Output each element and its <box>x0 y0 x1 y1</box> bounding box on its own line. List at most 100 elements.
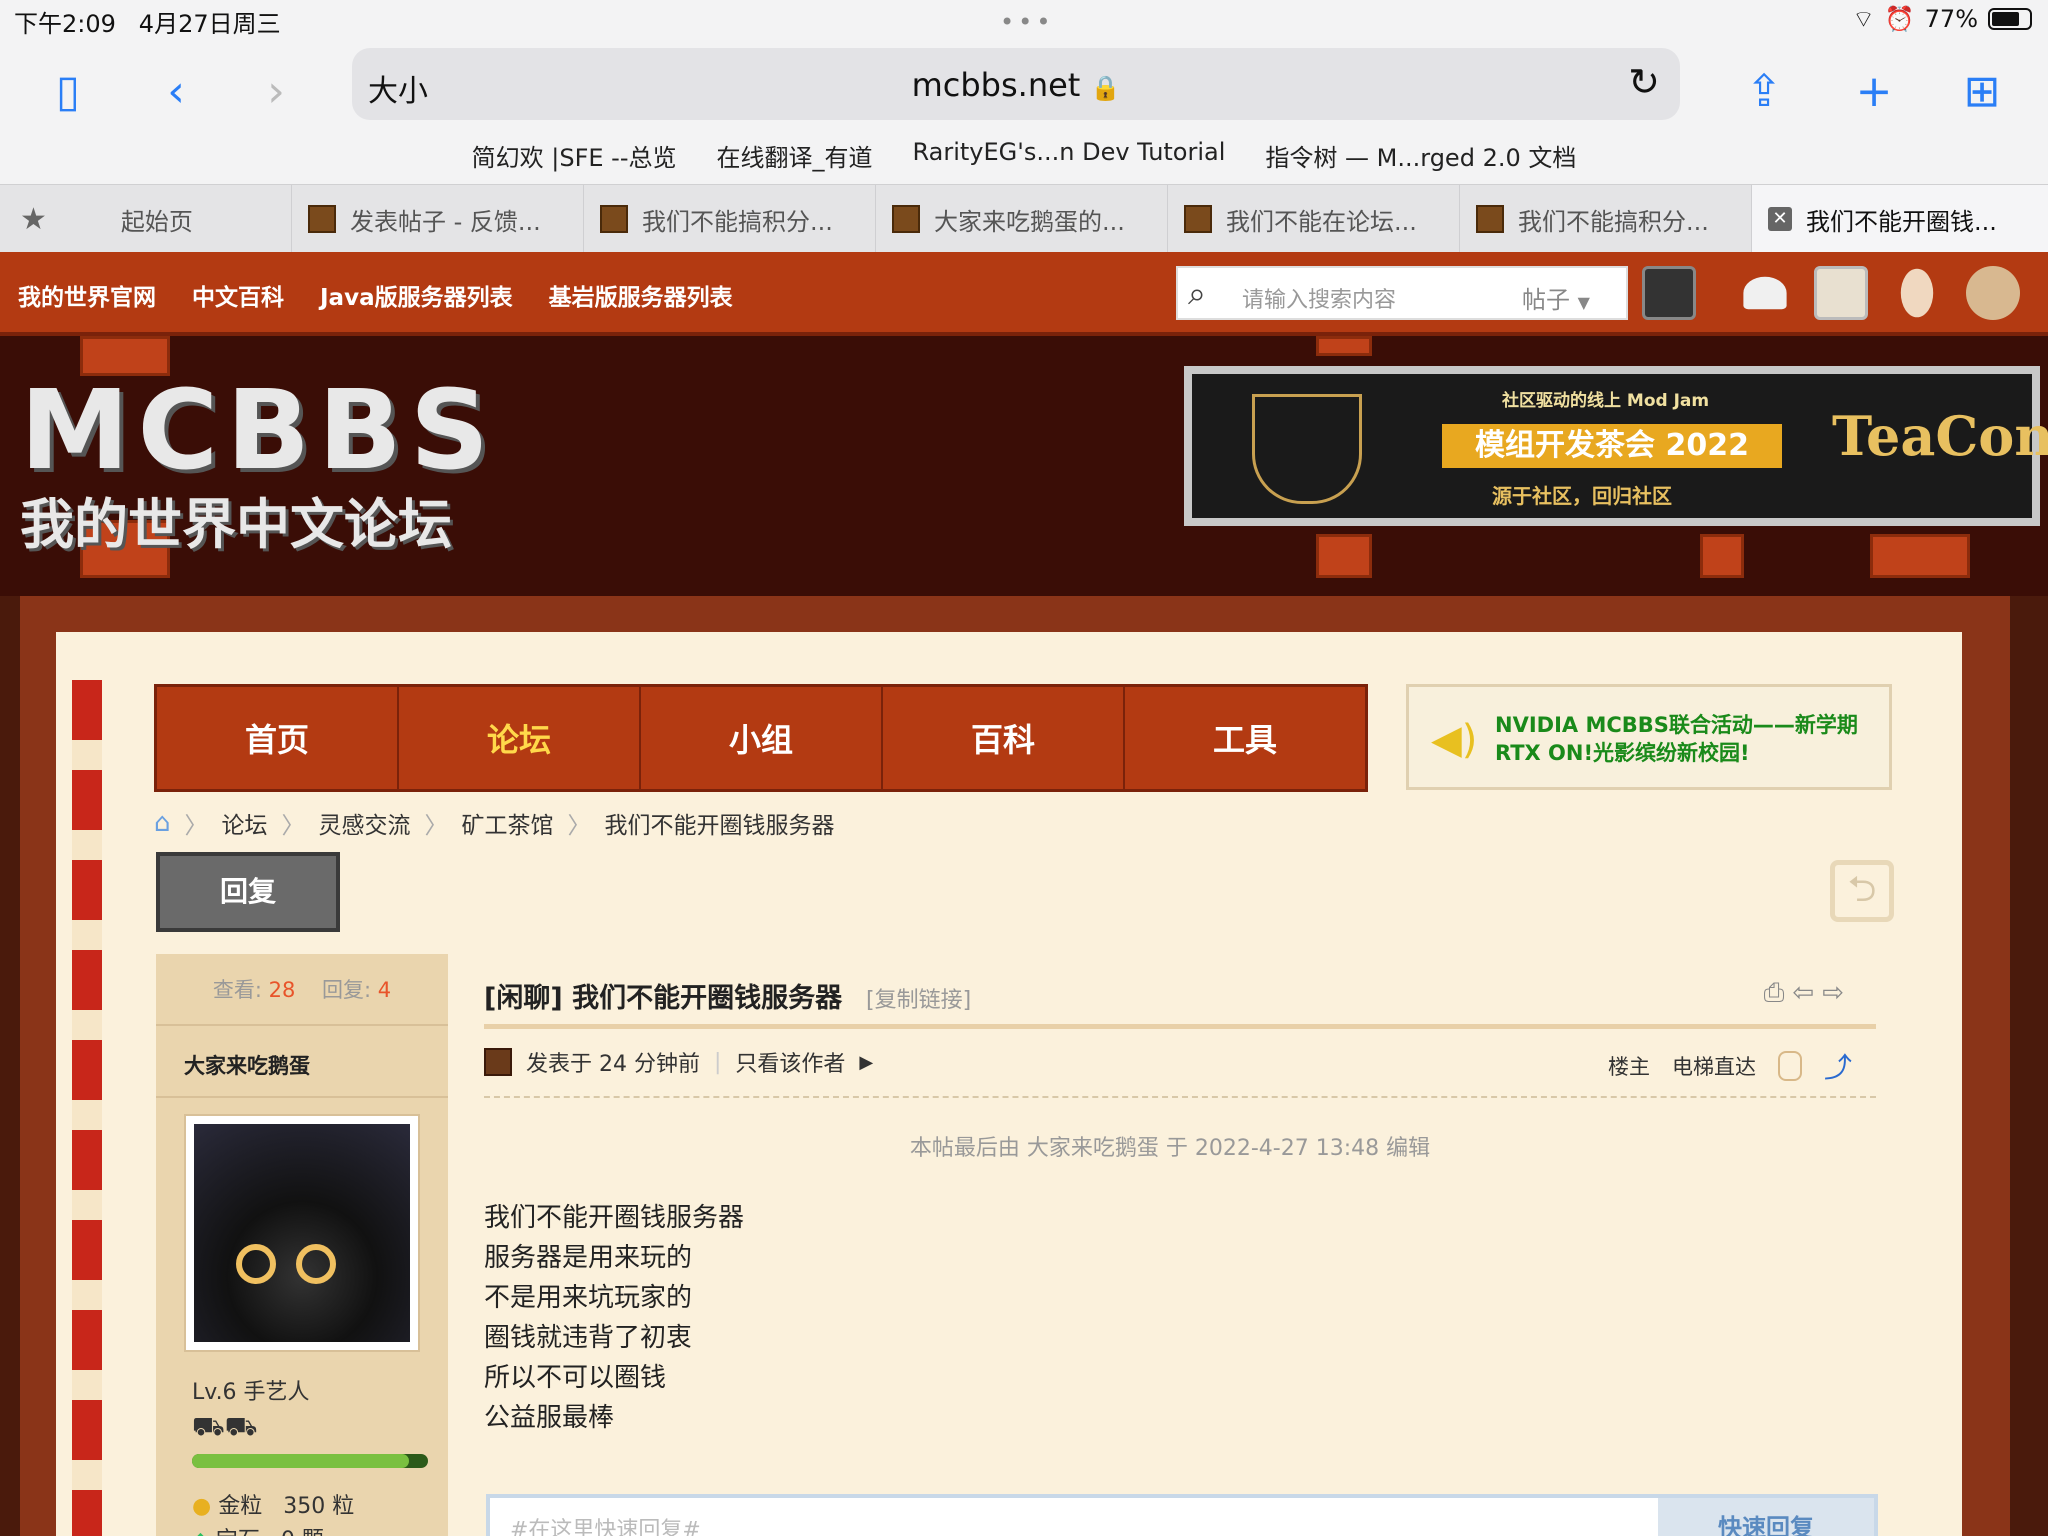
mail-icon[interactable] <box>1743 276 1787 310</box>
reload-icon[interactable]: ↻ <box>1628 60 1660 104</box>
user-badges: ⛟⛟ <box>192 1412 257 1446</box>
nav-wiki[interactable]: 百科 <box>883 687 1125 789</box>
top-link[interactable]: 基岩版服务器列表 <box>549 278 733 312</box>
battery-fill <box>1992 12 2019 26</box>
breadcrumb-item[interactable]: 论坛 <box>222 806 268 840</box>
close-tab-icon[interactable]: ✕ <box>1768 207 1792 231</box>
prev-thread-icon[interactable]: ⇦ <box>1792 978 1822 1008</box>
post-meta-right: 楼主 电梯直达 ⤴ <box>1608 1046 1852 1086</box>
breadcrumb-item[interactable]: 灵感交流 <box>319 806 411 840</box>
announcement-text: NVIDIA MCBBS联合活动——新学期 RTX ON!光影缤纷新校园! <box>1495 713 1858 765</box>
tab-start[interactable]: ★ 起始页 <box>0 185 292 253</box>
breadcrumb-item[interactable]: 我们不能开圈钱服务器 <box>605 806 835 840</box>
status-bar: 下午2:09 4月27日周三 ••• ⌔ ⏰ 77% <box>0 0 2048 40</box>
jump-icon[interactable]: ⤴ <box>1824 1046 1852 1086</box>
breadcrumb-item[interactable]: 矿工茶馆 <box>462 806 554 840</box>
tab-overview-icon[interactable]: ⊞ <box>1954 64 2010 120</box>
quick-reply-button[interactable]: 快速回复 <box>1658 1498 1874 1536</box>
copy-link[interactable]: [复制链接] <box>866 982 971 1014</box>
title-divider <box>484 1024 1876 1029</box>
author-name[interactable]: 大家来吃鹅蛋 <box>184 1050 310 1080</box>
logo-sub: 我的世界中文论坛 <box>20 493 452 556</box>
site-logo[interactable]: MCBBS 我的世界中文论坛 <box>20 366 497 559</box>
reply-button[interactable]: 回复 <box>156 852 340 932</box>
announcement[interactable]: ◀) NVIDIA MCBBS联合活动——新学期 RTX ON!光影缤纷新校园! <box>1406 684 1892 790</box>
home-icon[interactable]: ⌂ <box>154 808 171 838</box>
share-icon[interactable]: ⇪ <box>1736 64 1792 120</box>
new-tab-icon[interactable]: + <box>1846 64 1902 120</box>
tab[interactable]: 大家来吃鹅蛋的... <box>876 185 1168 253</box>
minecart-icon: ⛟ <box>192 1412 225 1442</box>
brick-decoration <box>1700 534 1744 578</box>
next-thread-icon[interactable]: ⇨ <box>1822 978 1852 1008</box>
url-text: mcbbs.net 🔒 <box>352 66 1680 104</box>
top-link[interactable]: Java版服务器列表 <box>320 278 513 312</box>
search-type-select[interactable]: 帖子 ▼ <box>1522 280 1590 315</box>
nav-tools[interactable]: 工具 <box>1125 687 1365 789</box>
address-bar[interactable]: 大小 mcbbs.net 🔒 ↻ <box>352 48 1680 120</box>
only-author-link[interactable]: 只看该作者 <box>735 1046 845 1078</box>
post-tools: ⎙⇦⇨ <box>1764 978 1852 1009</box>
avatar[interactable] <box>184 1114 420 1352</box>
ad-line3: 源于社区，回归社区 <box>1492 484 1672 508</box>
floor-input[interactable] <box>1777 1051 1802 1081</box>
quick-reply-input[interactable]: #在这里快速回复# <box>510 1512 701 1536</box>
sidebar-icon[interactable]: ▯ <box>40 64 96 120</box>
avatar-image <box>194 1124 410 1342</box>
bookmark-item[interactable]: RarityEG's...n Dev Tutorial <box>913 138 1226 173</box>
status-date: 4月27日周三 <box>138 10 281 38</box>
multitask-dots[interactable]: ••• <box>1000 8 1054 36</box>
battery-icon <box>1988 8 2032 30</box>
chevron-down-icon: ▼ <box>1577 293 1590 312</box>
breadcrumb-separator: 〉 <box>424 813 448 839</box>
user-icon[interactable] <box>1900 268 1934 318</box>
back-icon[interactable]: ‹ <box>148 64 204 120</box>
emerald-icon: ◆ <box>192 1528 209 1536</box>
views-count: 28 <box>268 978 296 1002</box>
return-icon[interactable]: ⮌ <box>1830 860 1894 922</box>
nav-home[interactable]: 首页 <box>157 687 399 789</box>
notice-icon[interactable] <box>1814 266 1868 320</box>
alarm-icon: ⏰ <box>1884 5 1915 33</box>
ad-line1: 社区驱动的线上 Mod Jam <box>1502 391 1710 411</box>
avatar-eye <box>296 1244 336 1284</box>
tab[interactable]: 发表帖子 - 反馈... <box>292 185 584 253</box>
brick-decoration <box>1870 534 1970 578</box>
top-link[interactable]: 中文百科 <box>192 278 284 312</box>
palette-icon[interactable] <box>1966 266 2020 320</box>
gold-value: 350 粒 <box>283 1494 355 1519</box>
bookmark-item[interactable]: 指令树 — M...rged 2.0 文档 <box>1265 138 1576 173</box>
gem-label: 宝石 <box>216 1528 260 1536</box>
teacon-ad-banner[interactable]: 社区驱动的线上 Mod Jam 模组开发茶会 2022 源于社区，回归社区 Te… <box>1184 366 2048 526</box>
bookmark-item[interactable]: 简幻欢 |SFE --总览 <box>472 138 677 173</box>
tab-label: 我们不能搞积分... <box>1518 207 1709 236</box>
top-link[interactable]: 我的世界官网 <box>18 278 156 312</box>
nav-forum[interactable]: 论坛 <box>399 687 641 789</box>
post-line: 圈钱就违背了初衷 <box>484 1323 693 1353</box>
tab-label: 发表帖子 - 反馈... <box>350 207 541 236</box>
bookmark-item[interactable]: 在线翻译_有道 <box>717 138 873 173</box>
star-icon: ★ <box>20 201 47 237</box>
console-icon[interactable] <box>1642 266 1696 320</box>
search-icon[interactable]: ⌕ <box>1188 274 1206 313</box>
tab[interactable]: 我们不能搞积分... <box>584 185 876 253</box>
gold-nugget-icon: ● <box>192 1494 212 1519</box>
nav-groups[interactable]: 小组 <box>641 687 883 789</box>
elevator-label: 电梯直达 <box>1671 1055 1756 1079</box>
floor-label: 楼主 <box>1607 1055 1650 1079</box>
caret-right-icon[interactable]: ▶ <box>859 1052 873 1073</box>
status-right: ⌔ ⏰ 77% <box>1852 4 2032 34</box>
tab[interactable]: 我们不能搞积分... <box>1460 185 1752 253</box>
quick-reply: #在这里快速回复# 快速回复 <box>486 1494 1878 1536</box>
url-domain: mcbbs.net <box>911 66 1081 104</box>
tab-active[interactable]: ✕ 我们不能开圈钱... <box>1752 185 2048 253</box>
forward-icon[interactable]: › <box>248 64 304 120</box>
print-icon[interactable]: ⎙ <box>1764 978 1793 1008</box>
post-body: 我们不能开圈钱服务器 服务器是用来玩的 不是用来坑玩家的 圈钱就违背了初衷 所以… <box>484 1198 744 1438</box>
tab-label: 大家来吃鹅蛋的... <box>934 207 1125 236</box>
speaker-icon: ◀) <box>1431 717 1478 763</box>
search-input[interactable]: 请输入搜索内容 <box>1242 282 1396 314</box>
search-box: ⌕ 请输入搜索内容 帖子 ▼ <box>1176 266 1628 320</box>
gold-label: 金粒 <box>218 1494 263 1519</box>
tab[interactable]: 我们不能在论坛... <box>1168 185 1460 253</box>
